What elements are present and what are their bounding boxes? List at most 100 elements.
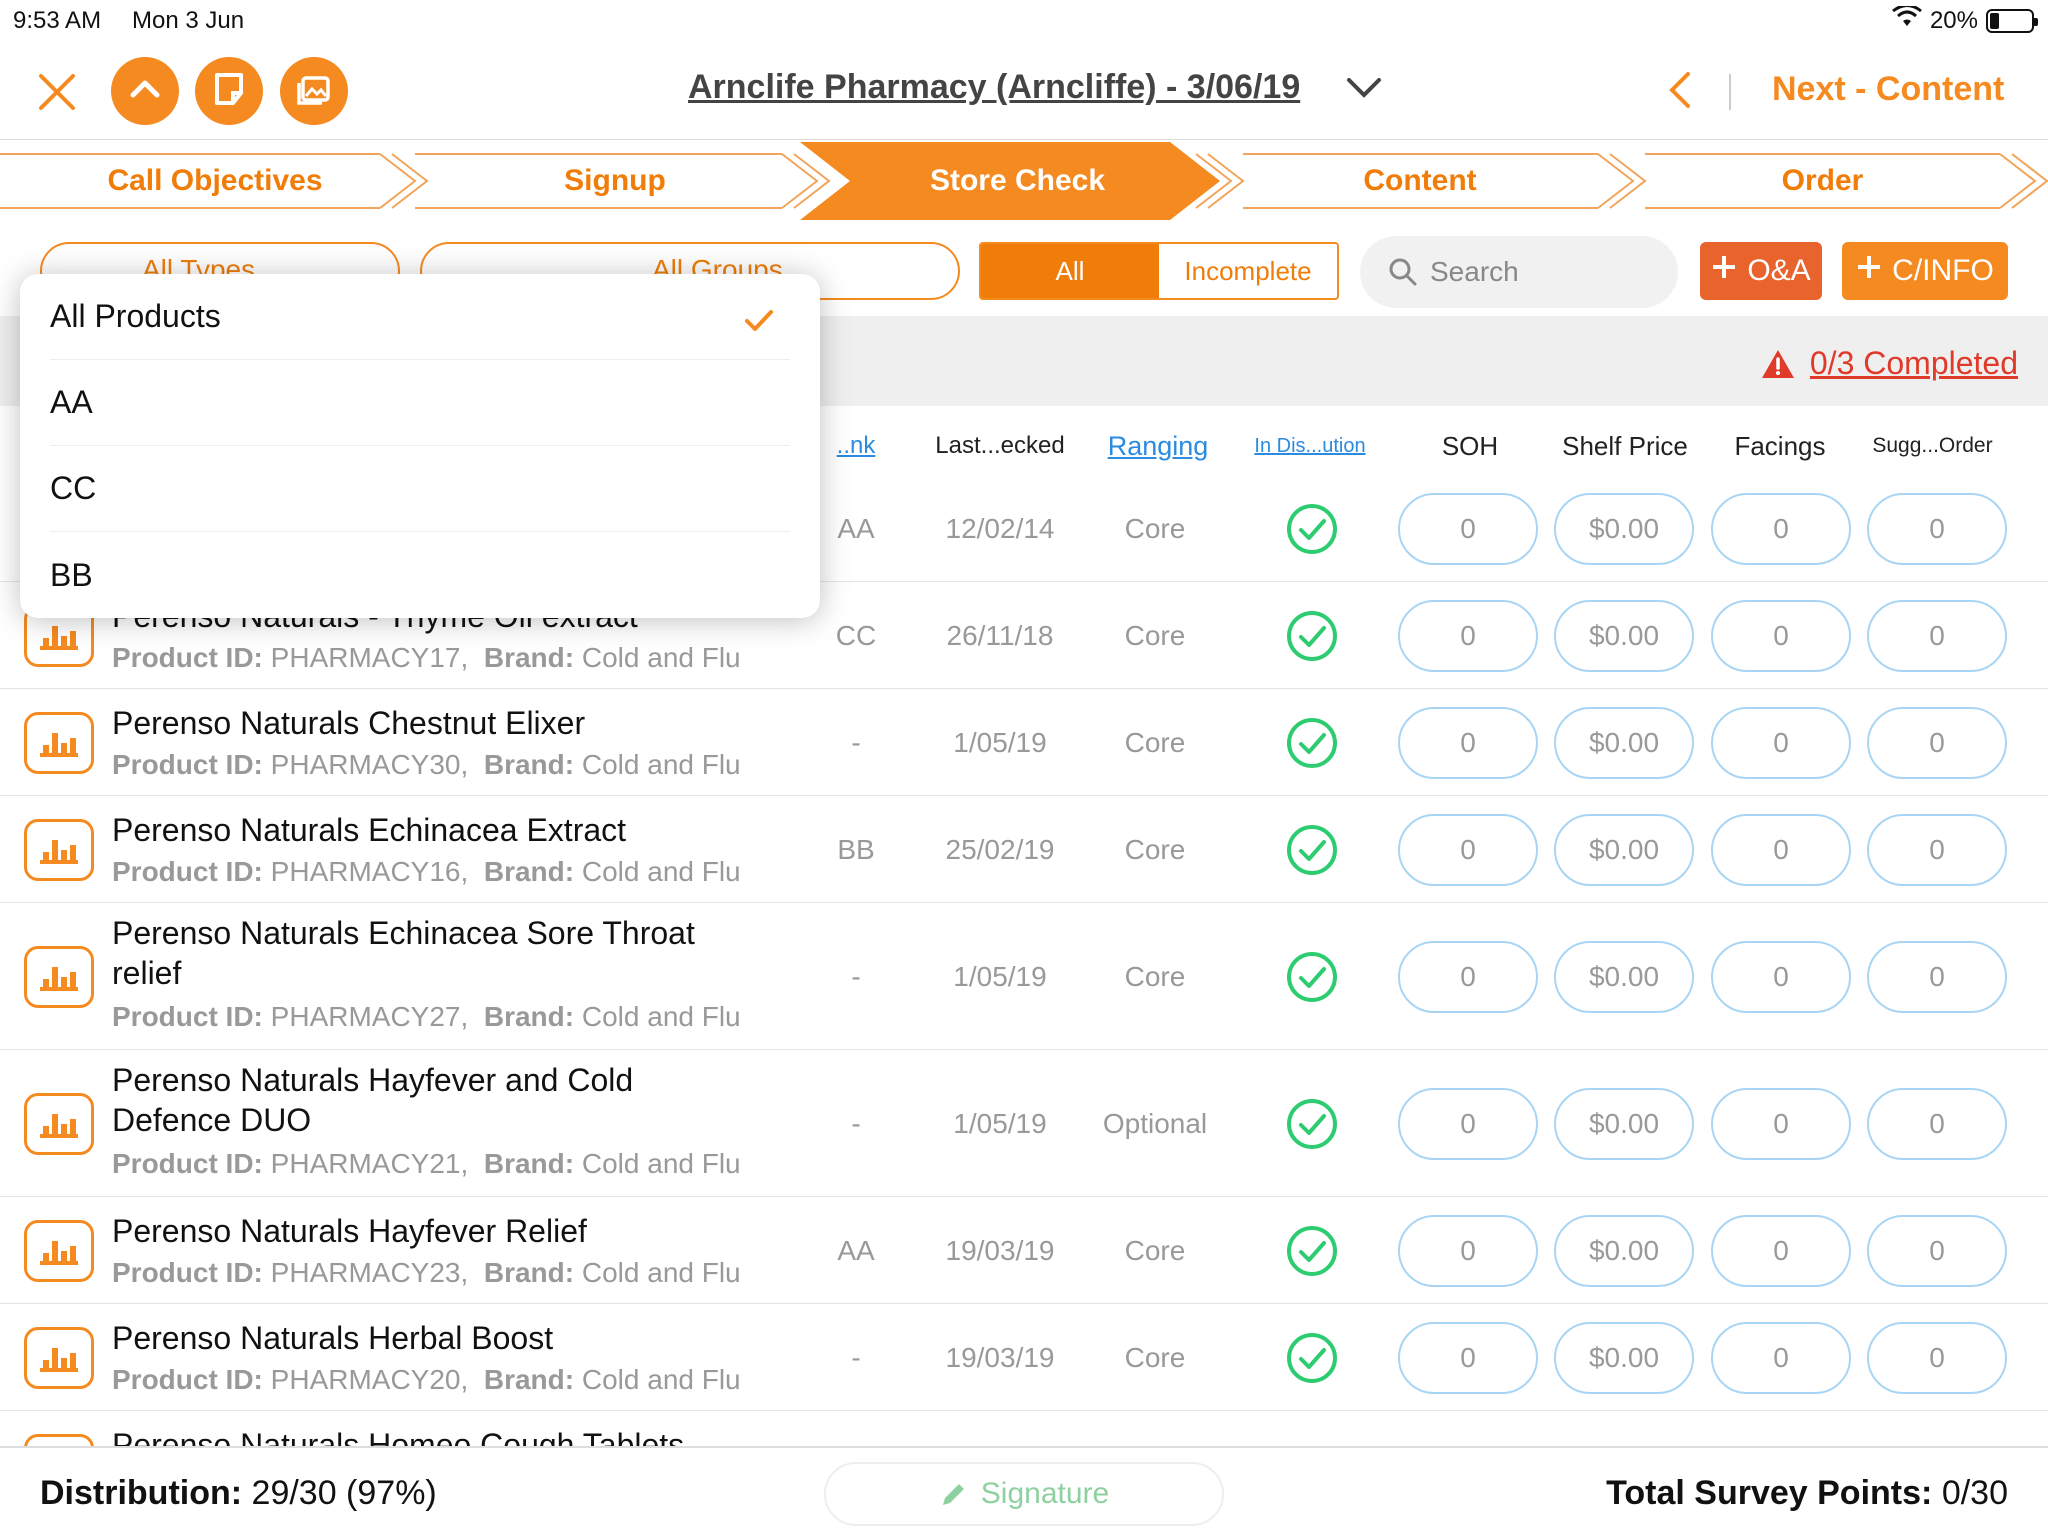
col-sugg-order[interactable]: Sugg...Order <box>1860 420 2005 472</box>
ranging-cell: Core <box>1124 1234 1186 1266</box>
shelf-price-input[interactable]: $0.00 <box>1554 813 1694 886</box>
tab-call-objectives[interactable]: Call Objectives <box>0 140 430 222</box>
tab-store-check[interactable]: Store Check <box>830 140 1205 222</box>
facings-input[interactable]: 0 <box>1711 813 1851 886</box>
ranging-cell: Optional <box>1102 1107 1208 1139</box>
soh-input[interactable]: 0 <box>1398 813 1538 886</box>
table-row[interactable]: Perenso Naturals Hayfever and Cold Defen… <box>0 1050 2048 1197</box>
bar-chart-icon[interactable] <box>24 711 94 774</box>
check-circle-icon[interactable] <box>1286 1098 1338 1155</box>
product-meta: Product ID: PHARMACY27, Brand: Cold and … <box>112 1001 741 1033</box>
check-circle-icon[interactable] <box>1286 1332 1338 1389</box>
collapse-button[interactable] <box>111 57 179 125</box>
bar-chart-icon[interactable] <box>24 1092 94 1155</box>
segment-incomplete[interactable]: Incomplete <box>1159 244 1337 298</box>
facings-input[interactable]: 0 <box>1711 1214 1851 1287</box>
facings-input[interactable]: 0 <box>1711 1321 1851 1394</box>
signature-button[interactable]: Signature <box>824 1462 1224 1526</box>
soh-input[interactable]: 0 <box>1398 706 1538 779</box>
dropdown-item-all-products[interactable]: All Products <box>50 274 790 360</box>
page-title[interactable]: Arnclife Pharmacy (Arncliffe) - 3/06/19 <box>688 68 1300 107</box>
next-button[interactable]: Next - Content <box>1772 70 2004 109</box>
tab-order[interactable]: Order <box>1630 140 2015 222</box>
dropdown-item-cc[interactable]: CC <box>50 446 790 532</box>
soh-input[interactable]: 0 <box>1398 599 1538 672</box>
sugg-order-input[interactable]: 0 <box>1867 706 2007 779</box>
col-rank[interactable]: ..nk <box>826 420 886 472</box>
facings-input[interactable]: 0 <box>1711 706 1851 779</box>
col-last-checked[interactable]: Last...ecked <box>920 420 1080 472</box>
bar-chart-icon[interactable] <box>24 1326 94 1389</box>
facings-input[interactable]: 0 <box>1711 940 1851 1013</box>
shelf-price-input[interactable]: $0.00 <box>1554 493 1694 565</box>
soh-input[interactable]: 0 <box>1398 940 1538 1013</box>
soh-input[interactable]: 0 <box>1398 1214 1538 1287</box>
chevron-left-icon[interactable] <box>1666 70 1692 115</box>
bar-chart-icon[interactable] <box>24 1219 94 1282</box>
check-circle-icon[interactable] <box>1286 503 1338 560</box>
soh-input[interactable]: 0 <box>1398 1087 1538 1160</box>
check-circle-icon[interactable] <box>1286 951 1338 1008</box>
col-ranging[interactable]: Ranging <box>1098 420 1218 472</box>
dropdown-item-bb[interactable]: BB <box>50 532 790 618</box>
table-row[interactable]: Perenso Naturals Echinacea Sore Throat r… <box>0 903 2048 1050</box>
rank-cell: - <box>851 1107 861 1139</box>
table-row[interactable]: Perenso Naturals Herbal Boost Product ID:… <box>0 1304 2048 1411</box>
product-id: PHARMACY23, <box>270 1257 469 1288</box>
shelf-price-input[interactable]: $0.00 <box>1554 1321 1694 1394</box>
shelf-price-input[interactable]: $0.00 <box>1554 599 1694 672</box>
soh-input[interactable]: 0 <box>1398 493 1538 565</box>
sugg-order-input[interactable]: 0 <box>1867 940 2007 1013</box>
bar-chart-icon[interactable] <box>24 945 94 1008</box>
col-soh[interactable]: SOH <box>1400 420 1540 472</box>
brand-label: Brand: <box>483 642 575 673</box>
sugg-order-input[interactable]: 0 <box>1867 1214 2007 1287</box>
cinfo-button[interactable]: C/INFO <box>1842 242 2008 300</box>
shelf-price-input[interactable]: $0.00 <box>1554 940 1694 1013</box>
brand: Cold and Flu <box>581 1257 741 1288</box>
status-bar: 9:53 AM Mon 3 Jun 20% <box>0 0 2048 40</box>
product-id-label: Product ID: <box>112 749 263 780</box>
col-shelf-price[interactable]: Shelf Price <box>1550 420 1700 472</box>
qa-button[interactable]: O&A <box>1700 242 1822 300</box>
search-input[interactable]: Search <box>1360 236 1678 308</box>
soh-input[interactable]: 0 <box>1398 1321 1538 1394</box>
cinfo-button-label: C/INFO <box>1892 254 1994 287</box>
tab-signup[interactable]: Signup <box>415 140 815 222</box>
completed-status[interactable]: 0/3 Completed <box>1760 345 2018 382</box>
bar-chart-icon[interactable] <box>24 818 94 881</box>
rank-cell: AA <box>837 513 875 544</box>
shelf-price-input[interactable]: $0.00 <box>1554 1087 1694 1160</box>
table-row[interactable]: Perenso Naturals Homeo Cough Tablets <box>0 1411 2048 1450</box>
product-meta: Product ID: PHARMACY20, Brand: Cold and … <box>112 1364 741 1396</box>
facings-input[interactable]: 0 <box>1711 493 1851 565</box>
facings-input[interactable]: 0 <box>1711 1087 1851 1160</box>
tab-content[interactable]: Content <box>1230 140 1610 222</box>
facings-input[interactable]: 0 <box>1711 599 1851 672</box>
check-circle-icon[interactable] <box>1286 717 1338 774</box>
sugg-order-input[interactable]: 0 <box>1867 1087 2007 1160</box>
table-row[interactable]: Perenso Naturals Echinacea Extract Produc… <box>0 796 2048 903</box>
sugg-order-input[interactable]: 0 <box>1867 813 2007 886</box>
table-row[interactable]: Perenso Naturals Hayfever Relief Product … <box>0 1197 2048 1304</box>
ranging-cell: Core <box>1124 960 1186 992</box>
sugg-order-input[interactable]: 0 <box>1867 493 2007 565</box>
chevron-down-icon[interactable] <box>1346 76 1382 105</box>
col-in-distribution[interactable]: In Dis...ution <box>1240 420 1380 472</box>
table-row[interactable]: Perenso Naturals Chestnut Elixer Product … <box>0 689 2048 796</box>
shelf-price-input[interactable]: $0.00 <box>1554 706 1694 779</box>
wifi-icon <box>1892 4 1922 35</box>
segment-all[interactable]: All <box>981 244 1159 298</box>
shelf-price-input[interactable]: $0.00 <box>1554 1214 1694 1287</box>
check-circle-icon[interactable] <box>1286 610 1338 667</box>
sugg-order-input[interactable]: 0 <box>1867 1321 2007 1394</box>
col-facings[interactable]: Facings <box>1710 420 1850 472</box>
notes-button[interactable] <box>195 57 263 125</box>
product-name: Perenso Naturals Hayfever and Cold Defen… <box>112 1062 634 1138</box>
check-circle-icon[interactable] <box>1286 1225 1338 1282</box>
check-circle-icon[interactable] <box>1286 824 1338 881</box>
dropdown-item-aa[interactable]: AA <box>50 360 790 446</box>
gallery-button[interactable] <box>280 57 348 125</box>
sugg-order-input[interactable]: 0 <box>1867 599 2007 672</box>
close-icon[interactable] <box>35 70 79 114</box>
